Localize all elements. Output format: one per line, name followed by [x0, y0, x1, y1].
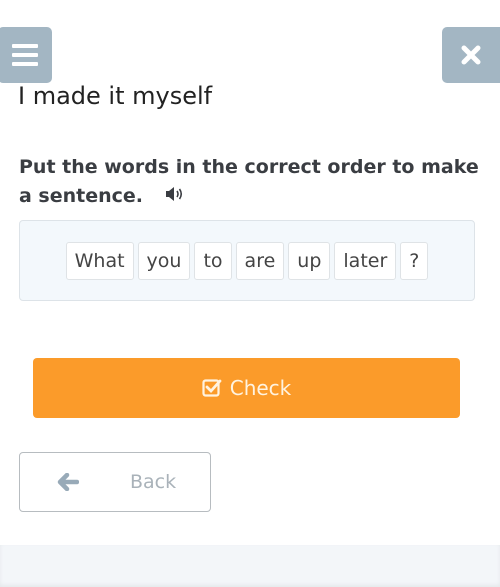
back-button[interactable]: Back — [19, 452, 211, 512]
instruction-text: Put the words in the correct order to ma… — [19, 153, 484, 211]
word-tile[interactable]: you — [137, 241, 191, 280]
arrow-left-icon — [57, 473, 79, 491]
checkbox-check-icon — [202, 379, 222, 397]
word-tile[interactable]: are — [235, 241, 285, 280]
hamburger-menu-icon — [12, 44, 38, 66]
back-label: Back — [130, 471, 177, 493]
word-tile[interactable]: ? — [400, 241, 429, 280]
word-tile[interactable]: up — [288, 241, 331, 280]
footer-bar — [0, 545, 500, 587]
close-button[interactable] — [442, 27, 500, 83]
word-tiles-area: What you to are up later ? — [19, 220, 475, 301]
word-tile[interactable]: What — [65, 241, 134, 280]
audio-button[interactable] — [165, 182, 185, 211]
check-label: Check — [229, 376, 292, 400]
word-tile[interactable]: later — [334, 241, 397, 280]
close-x-icon — [461, 45, 481, 65]
menu-button[interactable] — [0, 27, 52, 83]
check-button[interactable]: Check — [33, 358, 460, 418]
page-title: I made it myself — [18, 82, 213, 110]
speaker-icon — [166, 187, 183, 201]
word-tile[interactable]: to — [194, 241, 232, 280]
instruction-label: Put the words in the correct order to ma… — [19, 156, 479, 207]
